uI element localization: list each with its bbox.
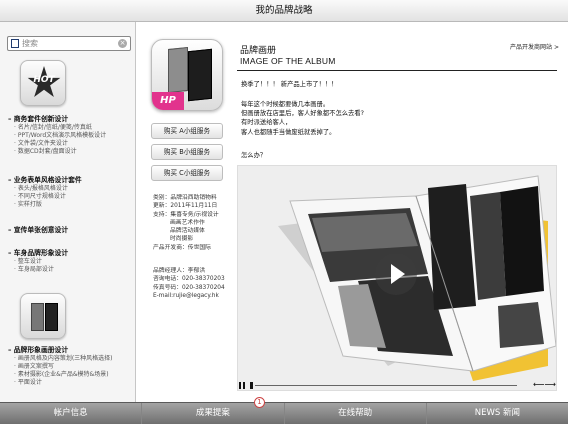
hot-label: HOT [33, 75, 55, 85]
content-area: 品牌画册 IMAGE OF THE ALBUM 产品开发商网站 > 换季了！！！… [237, 22, 563, 402]
sidebar-item[interactable]: · 平面设计 [8, 379, 134, 387]
page-title: 品牌画册 [240, 46, 277, 56]
product-panel: HP 购买 A小组服务 购买 B小组服务 购买 C小组服务 类别：品牌沿西助销物… [146, 22, 228, 402]
book-icon [188, 48, 212, 102]
hp-badge: HP [152, 92, 184, 110]
sidebar-item[interactable]: · 不同尺寸规格设计 [8, 193, 134, 201]
book-icon [31, 303, 44, 331]
hp-product-icon: HP [151, 39, 223, 111]
sidebar-section-title[interactable]: – 业务表单风格设计套件 [8, 176, 134, 185]
sidebar-item[interactable]: · 画册文案撰写 [8, 363, 134, 371]
tab-account[interactable]: 帐户信息 [0, 403, 143, 424]
pause-icon[interactable] [243, 382, 245, 389]
notification-badge: 1 [254, 397, 265, 408]
pause-icon[interactable] [239, 382, 241, 389]
sidebar-section-title[interactable]: – 车身品牌形象设计 [8, 249, 134, 258]
divider [237, 70, 557, 71]
intro-line: 换季了！！！ 新产品上市了！！！ [241, 81, 338, 88]
sidebar-item[interactable]: · 表头/报格风格设计 [8, 185, 134, 193]
book-icon [168, 46, 188, 94]
buy-a-button[interactable]: 购买 A小组服务 [151, 123, 223, 139]
album-app-icon[interactable] [20, 293, 66, 339]
video-player[interactable] [237, 165, 557, 391]
sidebar-section-flyer: – 宣传单张创意设计 [8, 226, 134, 235]
sidebar-item[interactable]: · 整车设计 [8, 258, 134, 266]
fullscreen-icon[interactable]: ⟵⟶ [533, 380, 556, 389]
bottom-tab-bar: 帐户信息 成果提案 在线帮助 NEWS 新闻 [0, 402, 568, 424]
question-line: 怎么办？ [241, 152, 267, 159]
search-icon [11, 39, 19, 48]
sidebar-item[interactable]: · PPT/Word文档演示风格模板设计 [8, 132, 134, 140]
search-box[interactable]: × [7, 36, 131, 51]
clear-icon[interactable]: × [118, 39, 127, 48]
video-controls: ⟵⟶ [237, 380, 557, 394]
sidebar-item[interactable]: · 素材摄影(企业&产品&模特&场景) [8, 371, 134, 379]
buy-c-button[interactable]: 购买 C小组服务 [151, 165, 223, 181]
sidebar-section-business: – 商务套件创新设计 · 名片/信封/信纸/便笺/传真纸 · PPT/Word文… [8, 115, 134, 156]
sidebar-section-forms: – 业务表单风格设计套件 · 表头/报格风格设计 · 不同尺寸规格设计 · 实样… [8, 176, 134, 209]
sidebar-section-album: – 品牌形象画册设计 · 画册风格及内容策划(三种风格选择) · 画册文案撰写 … [8, 346, 134, 387]
play-icon[interactable] [375, 253, 417, 295]
book-icon [45, 303, 58, 331]
sidebar-item[interactable]: · 文件袋/文件夹设计 [8, 140, 134, 148]
contact-info: 品牌经理人：李郁洪 咨询电话：020-38370203 传真号码：020-383… [153, 268, 225, 299]
tab-help[interactable]: 在线帮助 [285, 403, 427, 424]
sidebar-section-title[interactable]: – 商务套件创新设计 [8, 115, 134, 124]
sidebar-section-vehicle: – 车身品牌形象设计 · 整车设计 · 车身局部设计 [8, 249, 134, 274]
search-input[interactable] [22, 37, 114, 50]
buy-b-button[interactable]: 购买 B小组服务 [151, 144, 223, 160]
sidebar-item[interactable]: · 实样打版 [8, 201, 134, 209]
body-text: 每年这个时候都要做几本画册。 但画册放在店里后，客人好象都不怎么去看? 有时派送… [241, 101, 364, 136]
sidebar-item[interactable]: · 名片/信封/信纸/便笺/传真纸 [8, 124, 134, 132]
window-title: 我的品牌战略 [0, 0, 568, 22]
sidebar-section-title[interactable]: – 宣传单张创意设计 [8, 226, 134, 235]
page-subtitle: IMAGE OF THE ALBUM [240, 56, 336, 66]
sidebar-section-title[interactable]: – 品牌形象画册设计 [8, 346, 134, 355]
sidebar-item[interactable]: · 画册风格及内容策划(三种风格选择) [8, 355, 134, 363]
hot-app-icon[interactable]: HOT [20, 60, 66, 106]
tab-news[interactable]: NEWS 新闻 [427, 403, 568, 424]
sidebar-item[interactable]: · 数据CD封套/盘面设计 [8, 148, 134, 156]
sidebar: × HOT – 商务套件创新设计 · 名片/信封/信纸/便笺/传真纸 · PPT… [0, 22, 136, 402]
product-info: 类别：品牌沿西助销物料 更新：2011年11月11日 支持：集喜专务/示视设计 … [153, 195, 219, 251]
scrub-handle[interactable] [250, 382, 253, 389]
vendor-site-link[interactable]: 产品开发商网站 > [510, 42, 559, 51]
sidebar-item[interactable]: · 车身局部设计 [8, 266, 134, 274]
progress-track[interactable] [255, 385, 517, 386]
